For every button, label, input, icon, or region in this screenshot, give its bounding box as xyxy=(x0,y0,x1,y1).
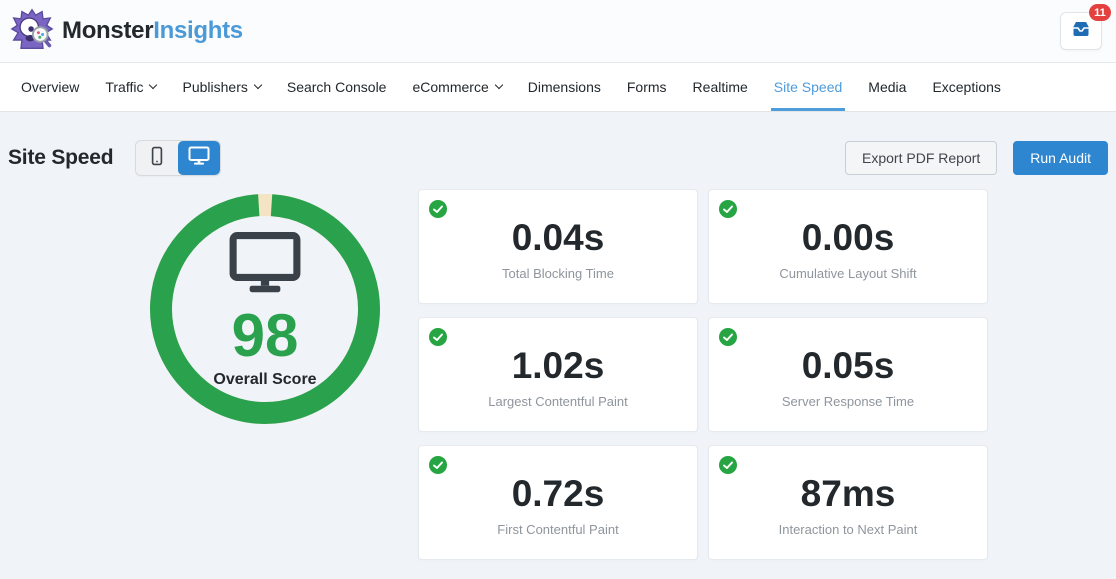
metric-card-largest-contentful-paint: 1.02s Largest Contentful Paint xyxy=(418,317,698,432)
overall-score-gauge: 98 Overall Score xyxy=(149,193,381,425)
device-toggle xyxy=(135,140,221,176)
nav-item-label: Publishers xyxy=(182,79,247,95)
nav-item-traffic[interactable]: Traffic xyxy=(92,63,169,111)
check-circle-icon xyxy=(429,456,447,474)
nav-item-site-speed[interactable]: Site Speed xyxy=(761,63,856,111)
brand-logo: MonsterInsights xyxy=(10,6,243,57)
nav-item-publishers[interactable]: Publishers xyxy=(169,63,273,111)
toolbar: Site Speed xyxy=(8,140,1108,176)
nav-item-overview[interactable]: Overview xyxy=(8,63,92,111)
monster-logo-icon xyxy=(10,6,54,57)
metric-label: Interaction to Next Paint xyxy=(779,522,918,537)
page-title: Site Speed xyxy=(8,146,113,170)
overall-score-column: 98 Overall Score xyxy=(8,189,418,560)
export-pdf-report-button[interactable]: Export PDF Report xyxy=(845,141,997,175)
metric-card-first-contentful-paint: 0.72s First Contentful Paint xyxy=(418,445,698,560)
nav-item-media[interactable]: Media xyxy=(855,63,919,111)
brand-name-insights: Insights xyxy=(153,17,243,44)
nav-item-label: Traffic xyxy=(105,79,143,95)
nav-item-label: eCommerce xyxy=(412,79,488,95)
metric-label: Server Response Time xyxy=(782,394,914,409)
chevron-down-icon xyxy=(149,81,157,89)
nav-item-label: Search Console xyxy=(287,79,387,95)
check-circle-icon xyxy=(719,456,737,474)
metric-label: Cumulative Layout Shift xyxy=(779,266,916,281)
metrics-grid: 0.04s Total Blocking Time 0.00s Cumulati… xyxy=(418,189,988,560)
metric-value: 0.00s xyxy=(802,219,895,257)
desktop-icon xyxy=(187,145,211,172)
app-header: MonsterInsights 11 xyxy=(0,0,1116,63)
metric-value: 0.04s xyxy=(512,219,605,257)
nav-item-realtime[interactable]: Realtime xyxy=(680,63,761,111)
metric-card-cumulative-layout-shift: 0.00s Cumulative Layout Shift xyxy=(708,189,988,304)
check-circle-icon xyxy=(429,328,447,346)
nav-item-forms[interactable]: Forms xyxy=(614,63,680,111)
metric-label: Largest Contentful Paint xyxy=(488,394,627,409)
check-circle-icon xyxy=(429,200,447,218)
metric-value: 0.05s xyxy=(802,347,895,385)
chevron-down-icon xyxy=(494,81,502,89)
nav-item-label: Media xyxy=(868,79,906,95)
brand-name: MonsterInsights xyxy=(62,17,243,45)
main-nav: Overview Traffic Publishers Search Conso… xyxy=(0,63,1116,112)
check-circle-icon xyxy=(719,200,737,218)
inbox-icon xyxy=(1069,17,1093,46)
nav-item-label: Exceptions xyxy=(932,79,1000,95)
notifications-wrap: 11 xyxy=(1060,12,1102,50)
metric-value: 0.72s xyxy=(512,475,605,513)
nav-item-search-console[interactable]: Search Console xyxy=(274,63,400,111)
run-audit-button[interactable]: Run Audit xyxy=(1013,141,1108,175)
metric-card-server-response-time: 0.05s Server Response Time xyxy=(708,317,988,432)
nav-item-label: Overview xyxy=(21,79,79,95)
overall-score-label: Overall Score xyxy=(213,371,316,389)
nav-item-label: Dimensions xyxy=(528,79,601,95)
gauge-inner: 98 Overall Score xyxy=(149,193,381,425)
desktop-icon xyxy=(229,232,301,299)
nav-item-label: Forms xyxy=(627,79,667,95)
metric-value: 1.02s xyxy=(512,347,605,385)
chevron-down-icon xyxy=(254,81,262,89)
notification-count-badge[interactable]: 11 xyxy=(1089,4,1111,21)
toggle-desktop-button[interactable] xyxy=(178,141,220,175)
nav-item-label: Realtime xyxy=(693,79,748,95)
mobile-icon xyxy=(146,144,168,173)
metric-card-interaction-to-next-paint: 87ms Interaction to Next Paint xyxy=(708,445,988,560)
nav-item-ecommerce[interactable]: eCommerce xyxy=(399,63,514,111)
toggle-mobile-button[interactable] xyxy=(136,141,178,175)
metric-label: Total Blocking Time xyxy=(502,266,614,281)
metric-label: First Contentful Paint xyxy=(497,522,618,537)
overall-score-value: 98 xyxy=(232,307,299,365)
report-main: 98 Overall Score 0.04s Total Blocking Ti… xyxy=(8,189,1108,560)
nav-item-exceptions[interactable]: Exceptions xyxy=(919,63,1013,111)
brand-name-monster: Monster xyxy=(62,17,153,44)
check-circle-icon xyxy=(719,328,737,346)
nav-item-label: Site Speed xyxy=(774,79,843,95)
metric-card-total-blocking-time: 0.04s Total Blocking Time xyxy=(418,189,698,304)
site-speed-content: Site Speed xyxy=(0,112,1116,560)
nav-item-dimensions[interactable]: Dimensions xyxy=(515,63,614,111)
metric-value: 87ms xyxy=(801,475,896,513)
